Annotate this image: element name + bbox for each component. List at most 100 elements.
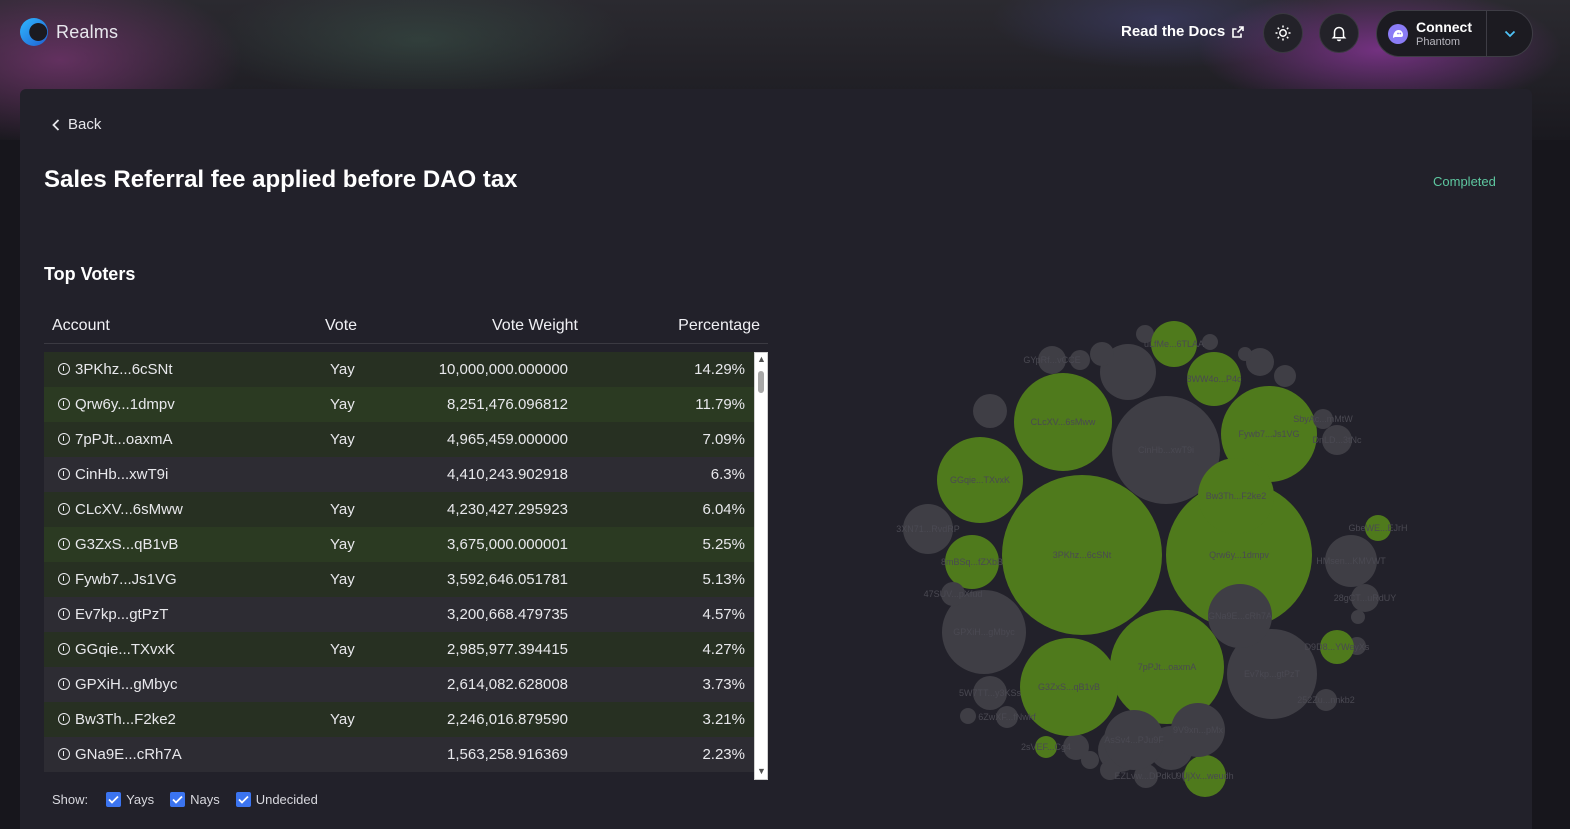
table-row[interactable]: Fywb7...Js1VG Yay 3,592,646.051781 5.13%: [44, 562, 754, 597]
bubble-label: AsSv4...PJu9F: [1104, 735, 1164, 745]
info-icon[interactable]: [58, 608, 70, 620]
bubble-label: Bw3Th...F2ke2: [1206, 491, 1267, 501]
table-row[interactable]: CLcXV...6sMww Yay 4,230,427.295923 6.04%: [44, 492, 754, 527]
voter-bubble[interactable]: [1090, 342, 1114, 366]
percentage-cell: 3.21%: [702, 711, 745, 728]
column-header-account[interactable]: Account: [52, 317, 110, 335]
chevron-down-icon: [1504, 30, 1515, 37]
account-cell[interactable]: CLcXV...6sMww: [75, 501, 183, 518]
vote-weight-cell: 4,410,243.902918: [447, 466, 568, 483]
info-icon[interactable]: [58, 573, 70, 585]
account-cell[interactable]: 3PKhz...6cSNt: [75, 361, 173, 378]
connect-main[interactable]: Connect Phantom: [1377, 11, 1486, 56]
bubble-label: 2sVEF...Cg4: [1021, 742, 1071, 752]
bubble-label: HMsen...KMVWT: [1316, 556, 1386, 566]
table-row[interactable]: Ev7kp...gtPzT 3,200,668.479735 4.57%: [44, 597, 754, 632]
bubble-label: D9D8...YWeyXs: [1305, 642, 1370, 652]
vote-weight-cell: 4,230,427.295923: [447, 501, 568, 518]
bubble-label: 3XN71...RvdRP: [896, 524, 960, 534]
table-scrollbar[interactable]: ▲ ▼: [754, 352, 768, 780]
vote-cell: Yay: [330, 501, 355, 518]
bubble-label: DnLD...3tNc: [1312, 435, 1362, 445]
vote-weight-cell: 3,200,668.479735: [447, 606, 568, 623]
external-link-icon: [1232, 25, 1245, 38]
show-label: Show:: [52, 792, 89, 807]
info-icon[interactable]: [58, 363, 70, 375]
voter-bubble[interactable]: [1202, 334, 1218, 350]
filter-yays-checkbox[interactable]: Yays: [106, 792, 154, 807]
wallet-dropdown-toggle[interactable]: [1486, 11, 1532, 56]
table-row[interactable]: 7pPJt...oaxmA Yay 4,965,459.000000 7.09%: [44, 422, 754, 457]
account-cell[interactable]: 7pPJt...oaxmA: [75, 431, 173, 448]
scroll-up-arrow-icon[interactable]: ▲: [757, 355, 766, 364]
table-row[interactable]: GGqie...TXvxK Yay 2,985,977.394415 4.27%: [44, 632, 754, 667]
account-cell[interactable]: Bw3Th...F2ke2: [75, 711, 176, 728]
voter-bubble[interactable]: [1274, 365, 1296, 387]
bubble-label: 9V9xn...pMx: [1173, 725, 1224, 735]
percentage-cell: 6.04%: [702, 501, 745, 518]
filter-undecided-checkbox[interactable]: Undecided: [235, 792, 318, 807]
table-row[interactable]: GPXiH...gMbyc 2,614,082.628008 3.73%: [44, 667, 754, 702]
percentage-cell: 4.27%: [702, 641, 745, 658]
account-cell[interactable]: CinHb...xwT9i: [75, 466, 168, 483]
info-icon[interactable]: [58, 748, 70, 760]
table-row[interactable]: Bw3Th...F2ke2 Yay 2,246,016.879590 3.21%: [44, 702, 754, 737]
vote-cell: Yay: [330, 431, 355, 448]
account-cell[interactable]: Qrw6y...1dmpv: [75, 396, 175, 413]
table-row[interactable]: GNa9E...cRh7A 1,563,258.916369 2.23%: [44, 737, 754, 772]
info-icon[interactable]: [58, 468, 70, 480]
scrollbar-thumb[interactable]: [758, 371, 764, 393]
percentage-cell: 14.29%: [694, 361, 745, 378]
voters-table-header: Account Vote Vote Weight Percentage: [44, 310, 768, 344]
vote-cell: Yay: [330, 396, 355, 413]
account-cell[interactable]: GNa9E...cRh7A: [75, 746, 182, 763]
column-header-vote-weight[interactable]: Vote Weight: [492, 317, 578, 335]
bubble-label: uLfMe...6TLAA: [1144, 339, 1204, 349]
theme-toggle-button[interactable]: [1263, 13, 1303, 53]
voters-table-body[interactable]: 3PKhz...6cSNt Yay 10,000,000.000000 14.29% Q…: [44, 352, 754, 780]
account-cell[interactable]: Fywb7...Js1VG: [75, 571, 177, 588]
voter-bubble[interactable]: [1351, 610, 1365, 624]
voter-bubble[interactable]: [973, 394, 1007, 428]
connect-wallet-button[interactable]: Connect Phantom: [1376, 10, 1533, 57]
percentage-cell: 2.23%: [702, 746, 745, 763]
filter-nays-checkbox[interactable]: Nays: [170, 792, 220, 807]
vote-cell: Yay: [330, 641, 355, 658]
account-cell[interactable]: G3ZxS...qB1vB: [75, 536, 178, 553]
bubble-label: 8WW4o...P4c: [1186, 374, 1242, 384]
account-cell[interactable]: GGqie...TXvxK: [75, 641, 175, 658]
info-icon[interactable]: [58, 643, 70, 655]
checkmark-icon: [170, 792, 186, 807]
voter-bubble[interactable]: [1238, 347, 1252, 361]
bubble-label: Qrw6y...1dmpv: [1209, 550, 1269, 560]
scroll-down-arrow-icon[interactable]: ▼: [757, 767, 766, 776]
info-icon[interactable]: [58, 538, 70, 550]
table-row[interactable]: 3PKhz...6cSNt Yay 10,000,000.000000 14.29%: [44, 352, 754, 387]
notifications-button[interactable]: [1319, 13, 1359, 53]
percentage-cell: 11.79%: [695, 396, 745, 413]
realms-logo[interactable]: Realms: [20, 18, 118, 46]
info-icon[interactable]: [58, 398, 70, 410]
top-voters-heading: Top Voters: [44, 264, 136, 284]
info-icon[interactable]: [58, 713, 70, 725]
voter-bubble[interactable]: [960, 708, 976, 724]
info-icon[interactable]: [58, 678, 70, 690]
table-row[interactable]: G3ZxS...qB1vB Yay 3,675,000.000001 5.25%: [44, 527, 754, 562]
realms-logo-icon: [20, 18, 48, 46]
table-row[interactable]: Qrw6y...1dmpv Yay 8,251,476.096812 11.79%: [44, 387, 754, 422]
bubble-label: CinHb...xwT9i: [1138, 445, 1194, 455]
voter-bubble[interactable]: [1081, 751, 1099, 769]
info-icon[interactable]: [58, 503, 70, 515]
wallet-name: Phantom: [1416, 35, 1461, 48]
voter-bubble-chart: 3PKhz...6cSNt Qrw6y...1dmpv 7pPJt...oaxmA C…: [896, 321, 1408, 797]
info-icon[interactable]: [58, 433, 70, 445]
column-header-vote[interactable]: Vote: [325, 317, 357, 335]
back-link[interactable]: Back: [52, 116, 101, 133]
account-cell[interactable]: GPXiH...gMbyc: [75, 676, 178, 693]
read-the-docs-link[interactable]: Read the Docs: [1121, 23, 1245, 40]
checkmark-icon: [106, 792, 122, 807]
account-cell[interactable]: Ev7kp...gtPzT: [75, 606, 168, 623]
bubble-label: Ev7kp...gtPzT: [1244, 669, 1301, 679]
table-row[interactable]: CinHb...xwT9i 4,410,243.902918 6.3%: [44, 457, 754, 492]
column-header-percentage[interactable]: Percentage: [678, 317, 760, 335]
